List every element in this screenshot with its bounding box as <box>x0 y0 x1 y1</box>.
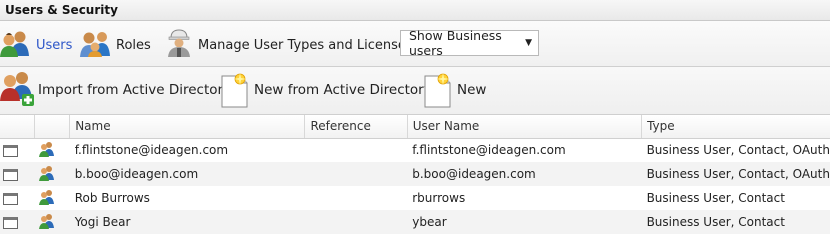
new-from-ad-button[interactable]: New from Active Directory <box>220 71 432 109</box>
cell-name: b.boo@ideagen.com <box>74 167 199 181</box>
cell-username: b.boo@ideagen.com <box>412 167 536 181</box>
cell-name: f.flintstone@ideagen.com <box>74 143 229 158</box>
cell-username: ybear <box>412 215 447 229</box>
column-header-username[interactable]: User Name <box>407 115 643 139</box>
dropdown-arrow-icon: ▼ <box>525 38 532 48</box>
new-document-icon <box>220 73 248 108</box>
navigation-bar: Users Roles Manage User Types and Licens… <box>0 21 830 67</box>
table-row[interactable]: f.flintstone@ideagen.com f.flintstone@id… <box>0 138 830 162</box>
user-row-icon <box>38 189 54 205</box>
cell-username: f.flintstone@ideagen.com <box>412 143 566 158</box>
cell-type: Business User, Contact, OAuth <box>646 143 830 158</box>
cell-name: Rob Burrows <box>74 191 150 205</box>
user-row-icon <box>38 213 54 229</box>
nav-manage-label: Manage User Types and Licenses <box>198 37 413 53</box>
import-from-ad-button[interactable]: Import from Active Directory <box>0 71 231 109</box>
import-users-icon <box>0 69 36 111</box>
nav-manage-user-types[interactable]: Manage User Types and Licenses <box>162 29 413 61</box>
users-table: Name Reference User Name Type f.flintsto… <box>0 115 830 234</box>
cell-name: Yogi Bear <box>74 215 131 229</box>
user-row-icon <box>38 141 54 157</box>
new-button[interactable]: New <box>423 71 486 109</box>
column-header-type[interactable]: Type <box>641 115 830 139</box>
column-header-icon[interactable] <box>34 115 71 139</box>
nav-users[interactable]: Users <box>0 31 72 59</box>
cell-type: Business User, Contact, OAuth <box>646 167 830 181</box>
nav-users-label: Users <box>36 37 73 53</box>
users-icon <box>0 29 32 61</box>
window-title: Users & Security <box>5 3 118 17</box>
cell-reference <box>305 210 407 234</box>
table-row[interactable]: b.boo@ideagen.com b.boo@ideagen.com Busi… <box>0 162 830 186</box>
column-header-name[interactable]: Name <box>69 115 306 139</box>
cell-username: rburrows <box>412 191 466 205</box>
window-titlebar: Users & Security <box>0 0 830 21</box>
cell-reference <box>305 162 407 186</box>
column-header-reference[interactable]: Reference <box>304 115 408 139</box>
nav-roles[interactable]: Roles <box>80 31 151 59</box>
cell-reference <box>305 138 407 162</box>
row-window-icon[interactable] <box>3 144 18 157</box>
roles-icon <box>80 29 112 61</box>
worker-icon <box>162 29 194 61</box>
new-from-ad-label: New from Active Directory <box>254 82 432 98</box>
table-row[interactable]: Yogi Bear ybear Business User, Contact <box>0 210 830 234</box>
user-filter-value: Show Business users <box>409 28 502 58</box>
row-window-icon[interactable] <box>3 216 18 229</box>
column-header-select[interactable] <box>0 115 36 139</box>
nav-roles-label: Roles <box>116 37 151 53</box>
cell-reference <box>305 186 407 210</box>
table-row[interactable]: Rob Burrows rburrows Business User, Cont… <box>0 186 830 210</box>
row-window-icon[interactable] <box>3 168 18 181</box>
user-filter-dropdown[interactable]: Show Business users ▼ <box>400 28 539 58</box>
table-header-row: Name Reference User Name Type <box>0 115 830 139</box>
row-window-icon[interactable] <box>3 192 18 205</box>
new-label: New <box>457 82 487 98</box>
user-row-icon <box>38 165 54 181</box>
cell-type: Business User, Contact <box>646 191 785 205</box>
action-toolbar: Import from Active Directory New from Ac… <box>0 67 830 115</box>
import-from-ad-label: Import from Active Directory <box>38 82 232 98</box>
cell-type: Business User, Contact <box>646 215 785 229</box>
new-document-icon <box>423 73 451 108</box>
